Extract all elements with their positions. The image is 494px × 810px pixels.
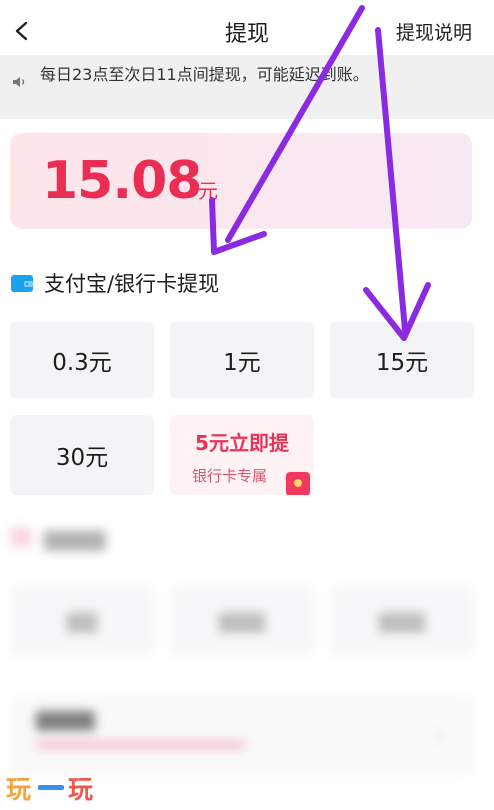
notice-bar: 每日23点至次日11点间提现，可能延迟到账。 — [0, 55, 494, 119]
svg-text:玩: 玩 — [68, 775, 93, 804]
top-bar: 提现 提现说明 — [0, 0, 494, 60]
balance-unit: 元 — [198, 179, 218, 203]
blurred-card-subtitle — [36, 741, 246, 749]
blurred-icon — [10, 527, 32, 547]
blurred-lower-section: ▇▇▇▇ ▇▇ ▇▇▇ ▇▇▇ ▇▇▇▇ › — [0, 505, 494, 810]
blurred-option: ▇▇▇ — [330, 585, 474, 657]
blurred-card: ▇▇▇▇ › — [12, 695, 474, 775]
promo-subtitle: 银行卡专属 — [192, 467, 268, 485]
withdraw-method-header: 支付宝/银行卡提现 — [10, 268, 219, 298]
blurred-label: ▇▇▇▇ — [44, 527, 106, 551]
amount-option-30[interactable]: 30元 — [10, 415, 154, 495]
blurred-option: ▇▇ — [10, 585, 154, 657]
amount-option-5-promo[interactable]: 5元立即提 银行卡专属 — [170, 415, 314, 495]
chevron-right-icon: › — [436, 723, 444, 747]
promo-title: 5元立即提 — [195, 431, 289, 455]
amount-option-15[interactable]: 15元 — [330, 322, 474, 398]
amount-option-0-3[interactable]: 0.3元 — [10, 322, 154, 398]
blurred-option: ▇▇▇ — [170, 585, 314, 657]
wallet-icon — [11, 275, 33, 292]
speaker-icon — [13, 77, 25, 87]
svg-text:玩: 玩 — [6, 775, 31, 804]
balance-card: 15.08 元 — [10, 133, 472, 229]
watermark-logo: 玩 玩 — [6, 775, 93, 804]
blurred-card-title: ▇▇▇▇ — [36, 709, 95, 731]
amount-option-1[interactable]: 1元 — [170, 322, 314, 398]
notice-text: 每日23点至次日11点间提现，可能延迟到账。 — [40, 65, 369, 84]
red-envelope-icon — [286, 472, 310, 495]
withdraw-screen: 提现 提现说明 每日23点至次日11点间提现，可能延迟到账。 15.08 元 支… — [0, 0, 494, 810]
withdraw-explanation-link[interactable]: 提现说明 — [396, 18, 472, 45]
balance-amount: 15.08 — [42, 151, 202, 211]
withdraw-method-label: 支付宝/银行卡提现 — [44, 272, 220, 296]
